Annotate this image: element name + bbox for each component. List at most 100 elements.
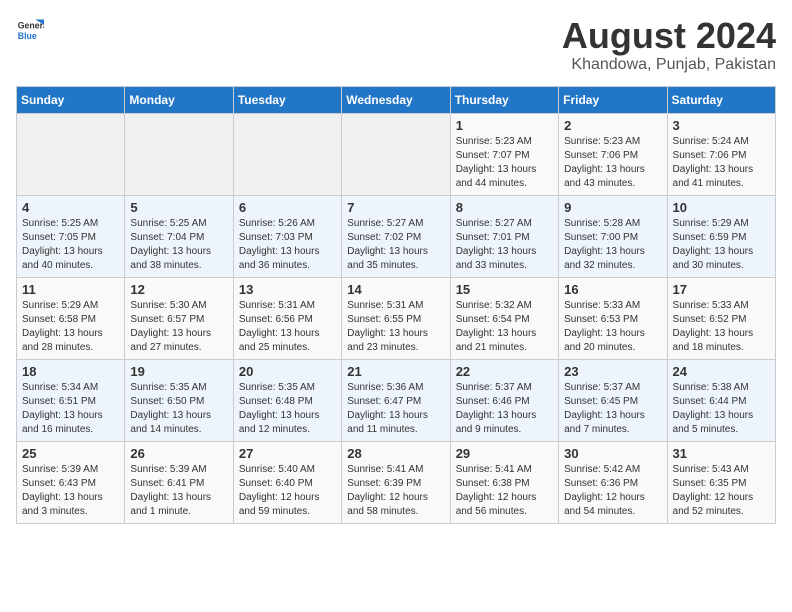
logo: General Blue <box>16 16 44 44</box>
day-info: Sunrise: 5:34 AM Sunset: 6:51 PM Dayligh… <box>22 381 119 437</box>
day-number: 27 <box>239 446 336 461</box>
day-number: 22 <box>456 364 553 379</box>
day-info: Sunrise: 5:23 AM Sunset: 7:06 PM Dayligh… <box>564 135 661 191</box>
day-number: 6 <box>239 200 336 215</box>
day-number: 19 <box>130 364 227 379</box>
day-info: Sunrise: 5:25 AM Sunset: 7:05 PM Dayligh… <box>22 217 119 273</box>
calendar-cell: 28 Sunrise: 5:41 AM Sunset: 6:39 PM Dayli… <box>342 441 450 523</box>
calendar-cell: 4 Sunrise: 5:25 AM Sunset: 7:05 PM Daylig… <box>17 195 125 277</box>
calendar-cell: 1 Sunrise: 5:23 AM Sunset: 7:07 PM Daylig… <box>450 113 558 195</box>
day-number: 29 <box>456 446 553 461</box>
svg-text:Blue: Blue <box>18 31 37 41</box>
day-number: 18 <box>22 364 119 379</box>
day-number: 23 <box>564 364 661 379</box>
day-info: Sunrise: 5:43 AM Sunset: 6:35 PM Dayligh… <box>673 463 770 519</box>
calendar-cell: 3Sunrise: 5:24 AM Sunset: 7:06 PM Daylig… <box>667 113 775 195</box>
day-info: Sunrise: 5:40 AM Sunset: 6:40 PM Dayligh… <box>239 463 336 519</box>
calendar-cell <box>342 113 450 195</box>
logo-icon: General Blue <box>16 16 44 44</box>
calendar-cell: 25Sunrise: 5:39 AM Sunset: 6:43 PM Dayli… <box>17 441 125 523</box>
day-number: 4 <box>22 200 119 215</box>
day-info: Sunrise: 5:33 AM Sunset: 6:52 PM Dayligh… <box>673 299 770 355</box>
header-day-friday: Friday <box>559 86 667 113</box>
day-number: 1 <box>456 118 553 133</box>
calendar-cell: 18 Sunrise: 5:34 AM Sunset: 6:51 PM Dayli… <box>17 359 125 441</box>
day-number: 15 <box>456 282 553 297</box>
calendar-cell <box>233 113 341 195</box>
day-info: Sunrise: 5:31 AM Sunset: 6:55 PM Dayligh… <box>347 299 444 355</box>
calendar-table: SundayMondayTuesdayWednesdayThursdayFrid… <box>16 86 776 524</box>
day-number: 2 <box>564 118 661 133</box>
calendar-cell: 19 Sunrise: 5:35 AM Sunset: 6:50 PM Dayli… <box>125 359 233 441</box>
calendar-week-row: 11 Sunrise: 5:29 AM Sunset: 6:58 PM Dayli… <box>17 277 776 359</box>
day-number: 21 <box>347 364 444 379</box>
calendar-cell: 29Sunrise: 5:41 AM Sunset: 6:38 PM Dayli… <box>450 441 558 523</box>
day-number: 25 <box>22 446 119 461</box>
day-number: 5 <box>130 200 227 215</box>
day-number: 16 <box>564 282 661 297</box>
day-number: 28 <box>347 446 444 461</box>
calendar-cell: 26 Sunrise: 5:39 AM Sunset: 6:41 PM Dayli… <box>125 441 233 523</box>
day-info: Sunrise: 5:28 AM Sunset: 7:00 PM Dayligh… <box>564 217 661 273</box>
day-number: 8 <box>456 200 553 215</box>
day-info: Sunrise: 5:32 AM Sunset: 6:54 PM Dayligh… <box>456 299 553 355</box>
day-number: 12 <box>130 282 227 297</box>
calendar-cell: 30 Sunrise: 5:42 AM Sunset: 6:36 PM Dayli… <box>559 441 667 523</box>
day-info: Sunrise: 5:39 AM Sunset: 6:41 PM Dayligh… <box>130 463 227 519</box>
calendar-week-row: 18 Sunrise: 5:34 AM Sunset: 6:51 PM Dayli… <box>17 359 776 441</box>
day-number: 11 <box>22 282 119 297</box>
calendar-cell: 14 Sunrise: 5:31 AM Sunset: 6:55 PM Dayli… <box>342 277 450 359</box>
day-info: Sunrise: 5:35 AM Sunset: 6:50 PM Dayligh… <box>130 381 227 437</box>
calendar-cell: 20 Sunrise: 5:35 AM Sunset: 6:48 PM Dayli… <box>233 359 341 441</box>
header-day-thursday: Thursday <box>450 86 558 113</box>
day-info: Sunrise: 5:26 AM Sunset: 7:03 PM Dayligh… <box>239 217 336 273</box>
day-info: Sunrise: 5:27 AM Sunset: 7:02 PM Dayligh… <box>347 217 444 273</box>
calendar-cell: 7 Sunrise: 5:27 AM Sunset: 7:02 PM Daylig… <box>342 195 450 277</box>
calendar-week-row: 1 Sunrise: 5:23 AM Sunset: 7:07 PM Daylig… <box>17 113 776 195</box>
calendar-cell: 23 Sunrise: 5:37 AM Sunset: 6:45 PM Dayli… <box>559 359 667 441</box>
calendar-cell: 16Sunrise: 5:33 AM Sunset: 6:53 PM Dayli… <box>559 277 667 359</box>
day-info: Sunrise: 5:29 AM Sunset: 6:58 PM Dayligh… <box>22 299 119 355</box>
day-info: Sunrise: 5:23 AM Sunset: 7:07 PM Dayligh… <box>456 135 553 191</box>
day-info: Sunrise: 5:41 AM Sunset: 6:39 PM Dayligh… <box>347 463 444 519</box>
calendar-cell: 21 Sunrise: 5:36 AM Sunset: 6:47 PM Dayli… <box>342 359 450 441</box>
calendar-cell: 6 Sunrise: 5:26 AM Sunset: 7:03 PM Daylig… <box>233 195 341 277</box>
calendar-cell: 31Sunrise: 5:43 AM Sunset: 6:35 PM Dayli… <box>667 441 775 523</box>
day-number: 30 <box>564 446 661 461</box>
day-info: Sunrise: 5:37 AM Sunset: 6:45 PM Dayligh… <box>564 381 661 437</box>
calendar-cell: 17 Sunrise: 5:33 AM Sunset: 6:52 PM Dayli… <box>667 277 775 359</box>
day-number: 24 <box>673 364 770 379</box>
calendar-cell: 9 Sunrise: 5:28 AM Sunset: 7:00 PM Daylig… <box>559 195 667 277</box>
calendar-week-row: 25Sunrise: 5:39 AM Sunset: 6:43 PM Dayli… <box>17 441 776 523</box>
day-info: Sunrise: 5:27 AM Sunset: 7:01 PM Dayligh… <box>456 217 553 273</box>
page-subtitle: Khandowa, Punjab, Pakistan <box>562 56 776 74</box>
day-number: 3 <box>673 118 770 133</box>
day-info: Sunrise: 5:35 AM Sunset: 6:48 PM Dayligh… <box>239 381 336 437</box>
day-number: 7 <box>347 200 444 215</box>
day-info: Sunrise: 5:37 AM Sunset: 6:46 PM Dayligh… <box>456 381 553 437</box>
day-info: Sunrise: 5:36 AM Sunset: 6:47 PM Dayligh… <box>347 381 444 437</box>
header-day-sunday: Sunday <box>17 86 125 113</box>
day-info: Sunrise: 5:38 AM Sunset: 6:44 PM Dayligh… <box>673 381 770 437</box>
day-info: Sunrise: 5:42 AM Sunset: 6:36 PM Dayligh… <box>564 463 661 519</box>
calendar-cell: 24 Sunrise: 5:38 AM Sunset: 6:44 PM Dayli… <box>667 359 775 441</box>
header-day-wednesday: Wednesday <box>342 86 450 113</box>
calendar-cell: 22 Sunrise: 5:37 AM Sunset: 6:46 PM Dayli… <box>450 359 558 441</box>
day-number: 14 <box>347 282 444 297</box>
day-info: Sunrise: 5:30 AM Sunset: 6:57 PM Dayligh… <box>130 299 227 355</box>
day-number: 20 <box>239 364 336 379</box>
day-info: Sunrise: 5:25 AM Sunset: 7:04 PM Dayligh… <box>130 217 227 273</box>
calendar-cell: 13Sunrise: 5:31 AM Sunset: 6:56 PM Dayli… <box>233 277 341 359</box>
calendar-cell: 5 Sunrise: 5:25 AM Sunset: 7:04 PM Daylig… <box>125 195 233 277</box>
header: General Blue August 2024 Khandowa, Punja… <box>16 16 776 74</box>
day-info: Sunrise: 5:29 AM Sunset: 6:59 PM Dayligh… <box>673 217 770 273</box>
calendar-cell: 2 Sunrise: 5:23 AM Sunset: 7:06 PM Daylig… <box>559 113 667 195</box>
calendar-cell: 11 Sunrise: 5:29 AM Sunset: 6:58 PM Dayli… <box>17 277 125 359</box>
day-info: Sunrise: 5:31 AM Sunset: 6:56 PM Dayligh… <box>239 299 336 355</box>
page-title: August 2024 <box>562 16 776 56</box>
calendar-cell: 8 Sunrise: 5:27 AM Sunset: 7:01 PM Daylig… <box>450 195 558 277</box>
day-number: 17 <box>673 282 770 297</box>
calendar-cell: 27 Sunrise: 5:40 AM Sunset: 6:40 PM Dayli… <box>233 441 341 523</box>
day-number: 9 <box>564 200 661 215</box>
day-number: 26 <box>130 446 227 461</box>
